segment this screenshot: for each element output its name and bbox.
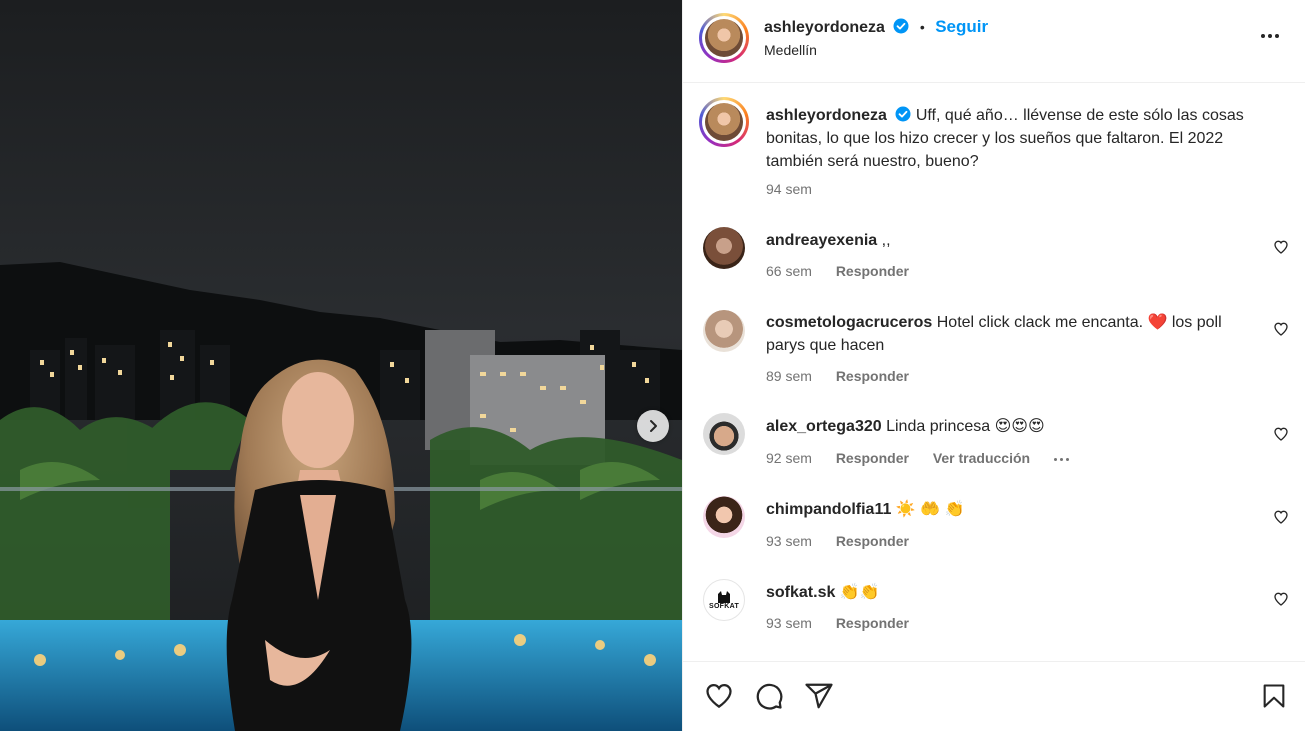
comment-text: Linda princesa 😍😍😍 (886, 418, 1045, 435)
next-photo-button[interactable] (637, 410, 669, 442)
cat-logo-icon (718, 590, 730, 603)
comment-body: andreayexenia ,, (766, 229, 1256, 252)
comment-body: sofkat.sk 👏👏 (766, 581, 1256, 604)
caption-body: ashleyordoneza Uff, qué año… llévense de… (766, 104, 1256, 173)
comment-time[interactable]: 89 sem (766, 368, 812, 384)
heart-icon[interactable] (704, 681, 734, 711)
reply-button[interactable]: Responder (836, 615, 909, 631)
avatar-logo-text: SOFKAT (708, 602, 740, 610)
commenter-username[interactable]: sofkat.sk (766, 584, 835, 601)
follow-button[interactable]: Seguir (935, 17, 988, 36)
bookmark-icon[interactable] (1260, 681, 1288, 711)
comment-meta: 89 sem Responder (766, 368, 929, 384)
comment-text: 👏👏 (839, 584, 880, 601)
post-image (0, 0, 682, 731)
action-bar (683, 661, 1305, 731)
comment-meta: 93 sem Responder (766, 615, 929, 631)
comment-meta: 92 sem Responder Ver traducción (766, 450, 1089, 466)
heart-icon[interactable] (1273, 591, 1289, 607)
comment-options-icon[interactable] (1053, 457, 1069, 461)
commenter-avatar[interactable] (703, 310, 745, 352)
reply-button[interactable]: Responder (836, 263, 909, 279)
commenter-avatar[interactable] (703, 413, 745, 455)
comment-time[interactable]: 92 sem (766, 450, 812, 466)
verified-badge-icon (893, 18, 909, 34)
comment-text: ☀️ 🤲 👏 (895, 501, 965, 518)
caption-meta: 94 sem (766, 181, 832, 197)
comment-meta: 93 sem Responder (766, 533, 929, 549)
commenter-avatar[interactable] (703, 227, 745, 269)
verified-badge-icon (895, 106, 911, 122)
caption-author[interactable]: ashleyordoneza (766, 107, 887, 124)
post-location[interactable]: Medellín (764, 42, 817, 58)
comment-text: ,, (881, 232, 891, 249)
post-header: ashleyordoneza • Seguir Medellín (683, 0, 1305, 83)
commenter-username[interactable]: cosmetologacruceros (766, 314, 932, 331)
comment-body: chimpandolfia11 ☀️ 🤲 👏 (766, 498, 1256, 521)
commenter-username[interactable]: alex_ortega320 (766, 418, 882, 435)
comment-meta: 66 sem Responder (766, 263, 929, 279)
comment-time[interactable]: 93 sem (766, 533, 812, 549)
reply-button[interactable]: Responder (836, 368, 909, 384)
commenter-avatar[interactable] (703, 496, 745, 538)
translate-button[interactable]: Ver traducción (933, 450, 1030, 466)
separator-dot: • (919, 19, 925, 35)
caption-time[interactable]: 94 sem (766, 181, 812, 197)
comment-time[interactable]: 93 sem (766, 615, 812, 631)
comments-panel: ashleyordoneza • Seguir Medellín ashleyo… (682, 0, 1305, 731)
comment-body: alex_ortega320 Linda princesa 😍😍😍 (766, 415, 1256, 438)
comment-icon[interactable] (754, 681, 784, 711)
reply-button[interactable]: Responder (836, 533, 909, 549)
heart-icon[interactable] (1273, 239, 1289, 255)
author-avatar[interactable] (699, 13, 749, 63)
post-photo (0, 0, 682, 731)
more-options-icon[interactable] (1261, 34, 1279, 38)
comment-body: cosmetologacruceros Hotel click clack me… (766, 311, 1256, 357)
commenter-avatar[interactable]: SOFKAT (703, 579, 745, 621)
reply-button[interactable]: Responder (836, 450, 909, 466)
commenter-username[interactable]: andreayexenia (766, 232, 877, 249)
heart-icon[interactable] (1273, 321, 1289, 337)
commenter-username[interactable]: chimpandolfia11 (766, 501, 891, 518)
caption-author-avatar[interactable] (699, 97, 749, 147)
author-username[interactable]: ashleyordoneza (764, 19, 885, 36)
heart-icon[interactable] (1273, 426, 1289, 442)
chevron-right-icon (650, 420, 657, 432)
share-icon[interactable] (804, 681, 834, 711)
heart-icon[interactable] (1273, 509, 1289, 525)
comment-time[interactable]: 66 sem (766, 263, 812, 279)
